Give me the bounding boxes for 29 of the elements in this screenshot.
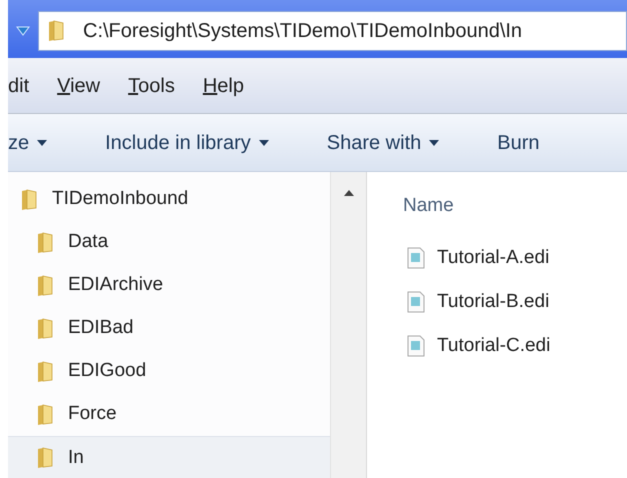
menu-item[interactable]: Tools — [128, 70, 175, 100]
menu-item[interactable]: dit — [8, 70, 30, 100]
folder-tree-item[interactable]: EDIArchive — [8, 264, 330, 307]
dropdown-arrow-icon[interactable] — [16, 26, 30, 36]
name-column-header[interactable]: Name — [403, 192, 627, 220]
document-icon — [407, 291, 425, 313]
folder-tree-item[interactable]: In — [8, 436, 330, 478]
document-icon — [407, 247, 425, 269]
file-item[interactable]: Tutorial-B.edi — [407, 280, 627, 324]
caret-icon — [258, 140, 269, 146]
menu-item[interactable]: View — [57, 70, 100, 100]
folder-tree-item[interactable]: TIDemoInbound — [8, 178, 330, 221]
folder-tree-item[interactable]: Data — [8, 221, 330, 264]
caret-icon — [429, 140, 440, 146]
toolbar-button[interactable]: ze — [8, 128, 48, 158]
file-item[interactable]: Tutorial-A.edi — [407, 236, 627, 280]
scroll-up-icon[interactable] — [344, 190, 354, 196]
toolbar-button[interactable]: Include in library — [105, 128, 269, 158]
folder-tree-item[interactable]: Force — [8, 393, 330, 436]
scrollbar[interactable] — [330, 172, 366, 478]
toolbar-button[interactable]: Burn — [497, 128, 540, 158]
folder-tree-item[interactable]: EDIGood — [8, 350, 330, 393]
caret-icon — [37, 140, 48, 146]
file-item[interactable]: Tutorial-C.edi — [407, 324, 627, 368]
menu-item[interactable]: Help — [202, 70, 244, 100]
folder-tree-item[interactable]: EDIBad — [8, 307, 330, 350]
address-field[interactable]: C:\Foresight\Systems\TIDemo\TIDemoInbound\In — [38, 11, 627, 51]
toolbar-button[interactable]: Share with — [326, 128, 440, 158]
document-icon — [407, 335, 425, 357]
